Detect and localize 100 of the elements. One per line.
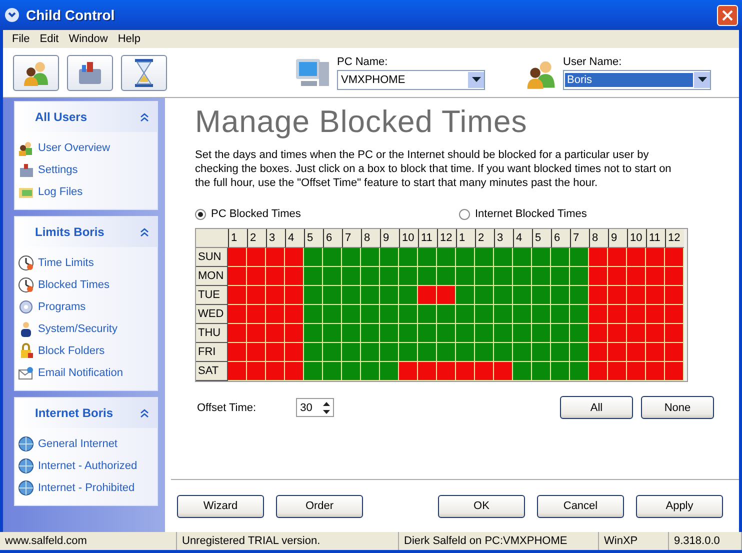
time-slot[interactable] (475, 286, 494, 305)
time-slot[interactable] (570, 324, 589, 343)
time-slot[interactable] (437, 267, 456, 286)
time-slot[interactable] (456, 267, 475, 286)
time-slot[interactable] (589, 305, 608, 324)
time-slot[interactable] (494, 343, 513, 362)
time-slot[interactable] (437, 362, 456, 381)
collapse-chevron-icon[interactable] (140, 112, 149, 122)
time-slot[interactable] (551, 324, 570, 343)
time-slot[interactable] (342, 324, 361, 343)
time-slot[interactable] (570, 286, 589, 305)
time-slot[interactable] (589, 362, 608, 381)
time-slot[interactable] (285, 362, 304, 381)
time-slot[interactable] (646, 267, 665, 286)
time-slot[interactable] (475, 248, 494, 267)
time-slot[interactable] (399, 343, 418, 362)
time-slot[interactable] (380, 324, 399, 343)
time-slot[interactable] (342, 343, 361, 362)
time-slot[interactable] (608, 286, 627, 305)
sidebar-link[interactable]: Settings (18, 159, 157, 181)
time-slot[interactable] (608, 305, 627, 324)
time-slot[interactable] (399, 324, 418, 343)
radio-option[interactable]: Internet Blocked Times (459, 208, 723, 220)
time-slot[interactable] (665, 286, 684, 305)
time-slot[interactable] (228, 267, 247, 286)
time-slot[interactable] (475, 362, 494, 381)
time-slot[interactable] (228, 248, 247, 267)
time-slot[interactable] (551, 343, 570, 362)
time-slot[interactable] (304, 248, 323, 267)
time-slot[interactable] (608, 267, 627, 286)
time-slot[interactable] (342, 248, 361, 267)
time-slot[interactable] (247, 362, 266, 381)
time-slot[interactable] (589, 343, 608, 362)
time-slot[interactable] (266, 248, 285, 267)
sidebar-link[interactable]: Internet - Prohibited (18, 477, 157, 499)
menu-item[interactable]: Window (64, 33, 113, 45)
grid-button[interactable]: None (641, 396, 714, 419)
spin-arrows-icon[interactable] (323, 402, 330, 414)
time-slot[interactable] (323, 286, 342, 305)
time-slot[interactable] (627, 324, 646, 343)
time-slot[interactable] (285, 267, 304, 286)
time-slot[interactable] (551, 286, 570, 305)
time-slot[interactable] (608, 362, 627, 381)
time-slot[interactable] (532, 267, 551, 286)
time-slot[interactable] (627, 362, 646, 381)
time-slot[interactable] (513, 305, 532, 324)
time-slot[interactable] (627, 305, 646, 324)
time-slot[interactable] (323, 324, 342, 343)
time-slot[interactable] (228, 286, 247, 305)
time-slot[interactable] (494, 267, 513, 286)
time-slot[interactable] (589, 248, 608, 267)
time-slot[interactable] (589, 286, 608, 305)
time-slot[interactable] (304, 362, 323, 381)
time-slot[interactable] (323, 343, 342, 362)
time-slot[interactable] (380, 343, 399, 362)
time-slot[interactable] (475, 267, 494, 286)
grid-button[interactable]: All (560, 396, 633, 419)
close-button[interactable] (717, 4, 738, 26)
time-slot[interactable] (532, 248, 551, 267)
time-slot[interactable] (627, 267, 646, 286)
time-slot[interactable] (551, 267, 570, 286)
time-slot[interactable] (361, 267, 380, 286)
time-slot[interactable] (380, 248, 399, 267)
time-slot[interactable] (608, 324, 627, 343)
time-slot[interactable] (228, 324, 247, 343)
time-slot[interactable] (247, 324, 266, 343)
sidebar-link[interactable]: Block Folders (18, 340, 157, 362)
time-slot[interactable] (285, 343, 304, 362)
time-slot[interactable] (361, 343, 380, 362)
sidebar-link[interactable]: Programs (18, 296, 157, 318)
time-slot[interactable] (285, 305, 304, 324)
time-slot[interactable] (361, 305, 380, 324)
time-slot[interactable] (361, 362, 380, 381)
time-slot[interactable] (665, 343, 684, 362)
time-slot[interactable] (361, 286, 380, 305)
time-slot[interactable] (266, 343, 285, 362)
sidebar-link[interactable]: General Internet (18, 433, 157, 455)
users-button[interactable] (13, 54, 59, 90)
time-slot[interactable] (418, 286, 437, 305)
time-slot[interactable] (361, 248, 380, 267)
time-slot[interactable] (627, 343, 646, 362)
time-slot[interactable] (475, 343, 494, 362)
time-slot[interactable] (380, 267, 399, 286)
time-slot[interactable] (532, 343, 551, 362)
sidebar-link[interactable]: Email Notification (18, 362, 157, 384)
time-slot[interactable] (437, 248, 456, 267)
time-slot[interactable] (437, 286, 456, 305)
time-slot[interactable] (323, 248, 342, 267)
sidebar-link[interactable]: Internet - Authorized (18, 455, 157, 477)
time-slot[interactable] (228, 305, 247, 324)
user-name-dropdown[interactable]: Boris (563, 70, 711, 90)
collapse-chevron-icon[interactable] (140, 408, 149, 418)
dialog-button[interactable]: Apply (636, 494, 723, 518)
time-slot[interactable] (456, 324, 475, 343)
time-slot[interactable] (513, 248, 532, 267)
time-slot[interactable] (285, 286, 304, 305)
menu-item[interactable]: Edit (34, 33, 64, 45)
time-slot[interactable] (437, 305, 456, 324)
time-slot[interactable] (456, 286, 475, 305)
time-slot[interactable] (570, 248, 589, 267)
